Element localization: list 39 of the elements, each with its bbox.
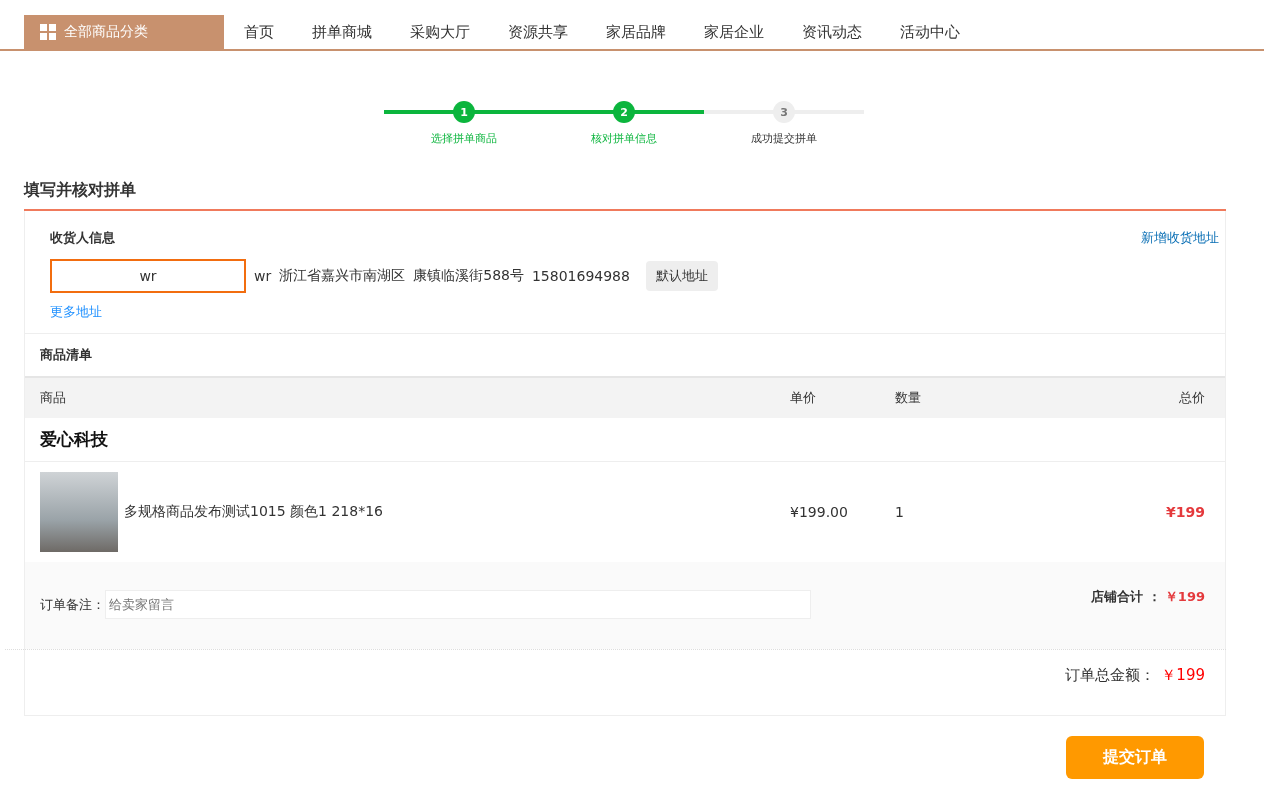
- remark-label: 订单备注：: [40, 595, 105, 614]
- grid-icon: [40, 24, 56, 40]
- nav-link[interactable]: 采购大厅: [392, 15, 488, 49]
- add-address-link[interactable]: 新增收货地址: [1141, 229, 1219, 247]
- address-street: 康镇临溪街588号: [413, 267, 524, 285]
- consignee-name: wr: [254, 268, 272, 284]
- column-header: 总价: [1178, 389, 1205, 407]
- nav-link[interactable]: 拼单商城: [294, 15, 390, 49]
- phone-number: 15801694988: [531, 268, 630, 284]
- nav-link[interactable]: 首页: [226, 15, 292, 49]
- shop-total-amount: ￥199: [1164, 589, 1205, 604]
- remark-field[interactable]: 给卖家留言: [105, 590, 811, 619]
- quantity: 1: [895, 504, 905, 520]
- step-label: 成功提交拼单: [751, 131, 817, 146]
- nav-link[interactable]: 活动中心: [882, 15, 978, 49]
- line-total: ¥199: [1165, 504, 1205, 520]
- nav-link[interactable]: 家居品牌: [588, 15, 684, 49]
- shop-total-label: 店铺合计 ：: [1091, 589, 1161, 604]
- address-tag[interactable]: wr: [50, 259, 246, 293]
- step-label: 选择拼单商品: [431, 131, 497, 146]
- shop-name: 爱心科技: [25, 418, 1225, 462]
- nav-link[interactable]: 家居企业: [686, 15, 782, 49]
- page-title: 填写并核对拼单: [24, 180, 1226, 211]
- order-total-amount: ￥199: [1161, 666, 1205, 685]
- step-circle: 1: [453, 101, 475, 123]
- step-circle: 3: [773, 101, 795, 123]
- column-header: 单价: [790, 389, 817, 407]
- nav-link[interactable]: 资讯动态: [784, 15, 880, 49]
- section-title: 收货人信息: [50, 229, 115, 247]
- product-name[interactable]: 多规格商品发布测试1015 颜色1 218*16: [124, 503, 383, 521]
- column-header: 数量: [895, 389, 922, 407]
- step-circle: 2: [613, 101, 635, 123]
- column-header: 商品: [40, 389, 67, 407]
- unit-price: ¥199.00: [790, 504, 849, 520]
- order-total-label: 订单总金额：: [1065, 666, 1156, 685]
- address-region: 浙江省嘉兴市南湖区: [279, 267, 406, 285]
- default-address-label: 默认地址: [645, 261, 718, 291]
- step-label: 核对拼单信息: [591, 131, 657, 146]
- nav-link[interactable]: 资源共享: [490, 15, 586, 49]
